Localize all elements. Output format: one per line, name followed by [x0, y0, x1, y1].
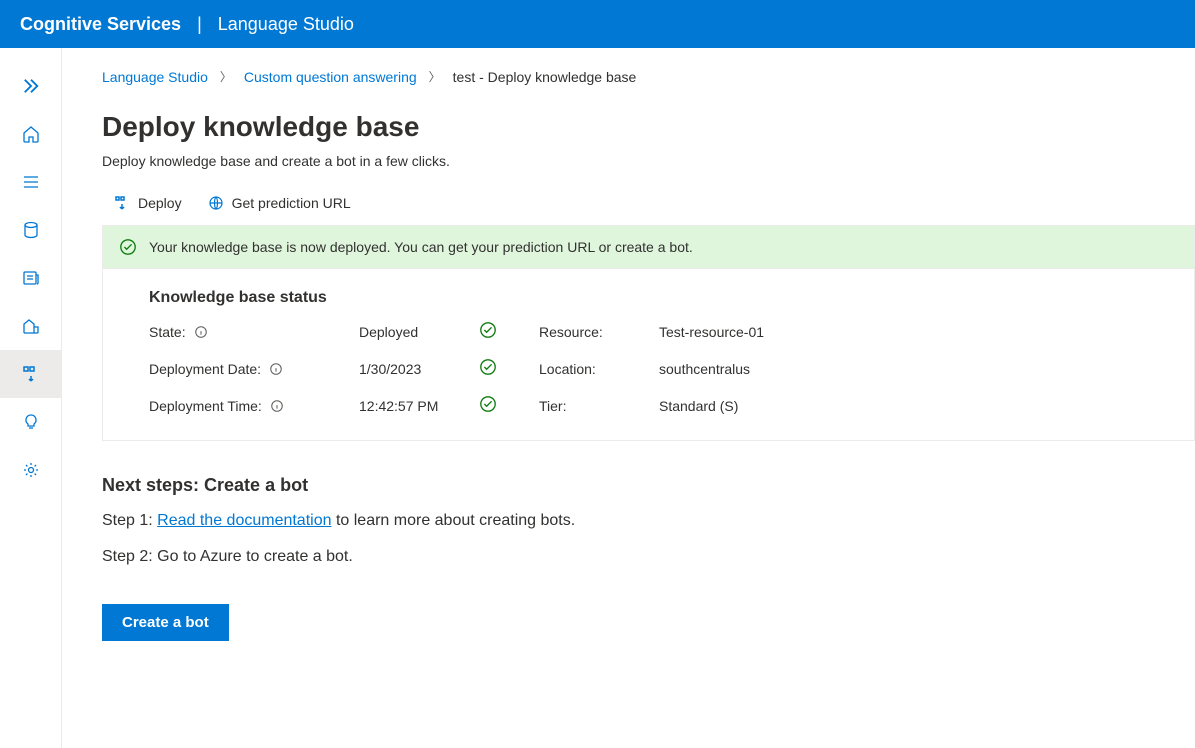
breadcrumb-link-studio[interactable]: Language Studio [102, 69, 208, 85]
get-url-button-label: Get prediction URL [232, 195, 351, 211]
sidebar-deploy[interactable] [0, 350, 62, 398]
check-circle-icon [119, 238, 137, 256]
news-icon [21, 268, 41, 288]
status-value-location: southcentralus [659, 361, 1148, 377]
breadcrumb-link-qna[interactable]: Custom question answering [244, 69, 417, 85]
step-2: Step 2: Go to Azure to create a bot. [102, 548, 1195, 566]
status-value-state: Deployed [359, 324, 479, 340]
top-header: Cognitive Services | Language Studio [0, 0, 1195, 48]
sidebar-settings[interactable] [0, 446, 62, 494]
success-banner: Your knowledge base is now deployed. You… [102, 225, 1195, 268]
status-grid: State: Deployed Resource: Test-resource-… [149, 321, 1148, 416]
info-icon [269, 362, 283, 376]
sidebar-build[interactable] [0, 302, 62, 350]
deploy-action-icon [114, 195, 130, 211]
get-prediction-url-button[interactable]: Get prediction URL [208, 195, 351, 211]
chevron-right-icon: 〉 [429, 68, 441, 85]
status-label-date: Deployment Date: [149, 361, 359, 377]
info-icon [194, 325, 208, 339]
sidebar-home[interactable] [0, 110, 62, 158]
sidebar-news[interactable] [0, 254, 62, 302]
check-circle-icon [479, 321, 497, 339]
sidebar-data[interactable] [0, 206, 62, 254]
breadcrumb-current: test - Deploy knowledge base [453, 69, 637, 85]
deploy-button-label: Deploy [138, 195, 182, 211]
banner-message: Your knowledge base is now deployed. You… [149, 239, 693, 255]
documentation-link[interactable]: Read the documentation [157, 512, 331, 529]
list-icon [21, 172, 41, 192]
status-value-tier: Standard (S) [659, 398, 1148, 414]
globe-icon [208, 195, 224, 211]
status-check [479, 321, 539, 342]
status-label-tier: Tier: [539, 398, 659, 414]
toolbar: Deploy Get prediction URL [102, 195, 1195, 211]
deploy-icon [21, 364, 41, 384]
deploy-button[interactable]: Deploy [114, 195, 182, 211]
step-1: Step 1: Read the documentation to learn … [102, 512, 1195, 530]
status-check [479, 395, 539, 416]
breadcrumb: Language Studio 〉 Custom question answer… [102, 68, 1195, 85]
chevron-double-right-icon [21, 76, 41, 96]
lightbulb-icon [21, 412, 41, 432]
sidebar-insights[interactable] [0, 398, 62, 446]
brand-name: Cognitive Services [20, 14, 181, 35]
create-bot-button[interactable]: Create a bot [102, 604, 229, 641]
building-icon [21, 316, 41, 336]
next-steps-title: Next steps: Create a bot [102, 475, 1195, 496]
studio-name: Language Studio [218, 14, 354, 35]
status-title: Knowledge base status [149, 289, 1148, 307]
main-content: Language Studio 〉 Custom question answer… [62, 48, 1195, 748]
page-subtitle: Deploy knowledge base and create a bot i… [102, 153, 1195, 169]
check-circle-icon [479, 395, 497, 413]
sidebar-library[interactable] [0, 158, 62, 206]
header-divider: | [197, 14, 202, 35]
sidebar [0, 48, 62, 748]
status-label-resource: Resource: [539, 324, 659, 340]
status-label-time: Deployment Time: [149, 398, 359, 414]
sidebar-expand[interactable] [0, 62, 62, 110]
database-icon [21, 220, 41, 240]
status-label-location: Location: [539, 361, 659, 377]
page-title: Deploy knowledge base [102, 111, 1195, 143]
status-value-resource: Test-resource-01 [659, 324, 1148, 340]
status-label-state: State: [149, 324, 359, 340]
home-icon [21, 124, 41, 144]
status-card: Knowledge base status State: Deployed Re… [102, 268, 1195, 441]
chevron-right-icon: 〉 [220, 68, 232, 85]
status-value-time: 12:42:57 PM [359, 398, 479, 414]
gear-icon [21, 460, 41, 480]
check-circle-icon [479, 358, 497, 376]
status-check [479, 358, 539, 379]
info-icon [270, 399, 284, 413]
status-value-date: 1/30/2023 [359, 361, 479, 377]
